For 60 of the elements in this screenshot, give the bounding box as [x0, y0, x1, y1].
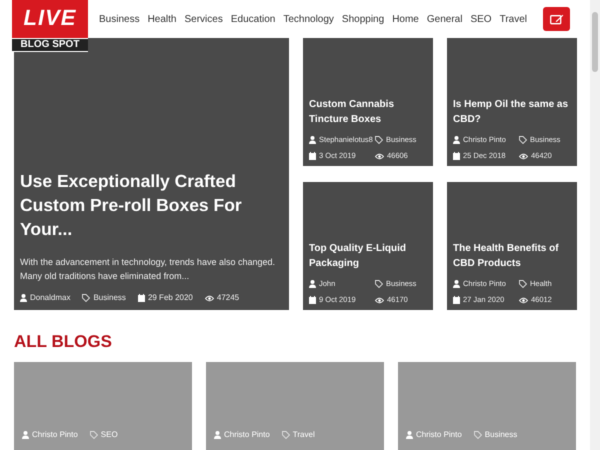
tag-icon — [519, 280, 527, 288]
user-icon — [453, 136, 460, 144]
user-icon — [214, 431, 221, 439]
calendar-icon — [309, 296, 316, 304]
post-author: Donaldmax — [30, 293, 70, 303]
nav-link[interactable]: Education — [230, 12, 276, 26]
eye-icon — [375, 296, 384, 304]
post-views: 47245 — [216, 293, 240, 303]
calendar-icon — [309, 152, 316, 160]
nav-link[interactable]: Health — [148, 12, 176, 26]
logo-subtitle[interactable]: BLOG SPOT — [12, 39, 88, 51]
nav-link[interactable]: Technology — [283, 12, 334, 26]
user-icon — [309, 280, 316, 288]
user-icon — [453, 280, 460, 288]
tag-icon — [474, 431, 482, 439]
post-title[interactable]: The Health Benefits of CBD Products — [453, 241, 571, 271]
eye-icon — [375, 152, 384, 160]
calendar-icon — [138, 294, 145, 302]
post-date: 29 Feb 2020 — [148, 293, 193, 303]
user-icon — [22, 431, 29, 439]
scrollbar-thumb[interactable] — [592, 12, 598, 72]
post-category: Travel — [292, 430, 315, 440]
calendar-icon — [453, 296, 460, 304]
post-title[interactable]: Is Hemp Oil the same as CBD? — [453, 97, 571, 127]
nav-link[interactable]: Shopping — [342, 12, 384, 26]
nav-link[interactable]: Home — [392, 12, 419, 26]
section-heading: ALL BLOGS — [14, 332, 113, 352]
nav-link[interactable]: SEO — [470, 12, 492, 26]
post-author: Christo Pinto — [416, 430, 462, 440]
post-title[interactable]: Use Exceptionally Crafted Custom Pre-roll Boxes For Your... — [20, 169, 283, 241]
tag-icon — [90, 431, 98, 439]
tag-icon — [375, 280, 383, 288]
tag-icon — [375, 136, 383, 144]
user-icon — [20, 294, 27, 302]
eye-icon — [519, 152, 528, 160]
tag-icon — [519, 136, 527, 144]
post-excerpt: With the advancement in technology, trends have also changed. Many old traditions have eliminated from... — [20, 256, 276, 283]
logo-text[interactable]: LIVE — [12, 0, 88, 38]
write-button[interactable] — [543, 7, 570, 31]
eye-icon — [519, 296, 528, 304]
post-title[interactable]: Custom Cannabis Tincture Boxes — [309, 97, 427, 127]
post-author: Christo Pinto — [224, 430, 270, 440]
user-icon — [406, 431, 413, 439]
nav-link[interactable]: General — [426, 12, 462, 26]
user-icon — [309, 136, 316, 144]
nav-link[interactable]: Travel — [500, 12, 527, 26]
scrollbar[interactable] — [590, 0, 600, 450]
tag-icon — [282, 431, 290, 439]
post-category: SEO — [100, 430, 118, 440]
tag-icon — [82, 294, 90, 302]
post-title[interactable]: Top Quality E-Liquid Packaging — [309, 241, 427, 271]
nav-link[interactable]: Business — [99, 12, 140, 26]
post-category: Business — [93, 293, 126, 303]
edit-icon — [550, 14, 564, 24]
calendar-icon — [453, 152, 460, 160]
featured-post-card[interactable] — [14, 38, 289, 310]
post-category: Business — [484, 430, 518, 440]
post-author: Christo Pinto — [32, 430, 78, 440]
nav-link[interactable]: Services — [184, 12, 223, 26]
eye-icon — [204, 294, 214, 302]
